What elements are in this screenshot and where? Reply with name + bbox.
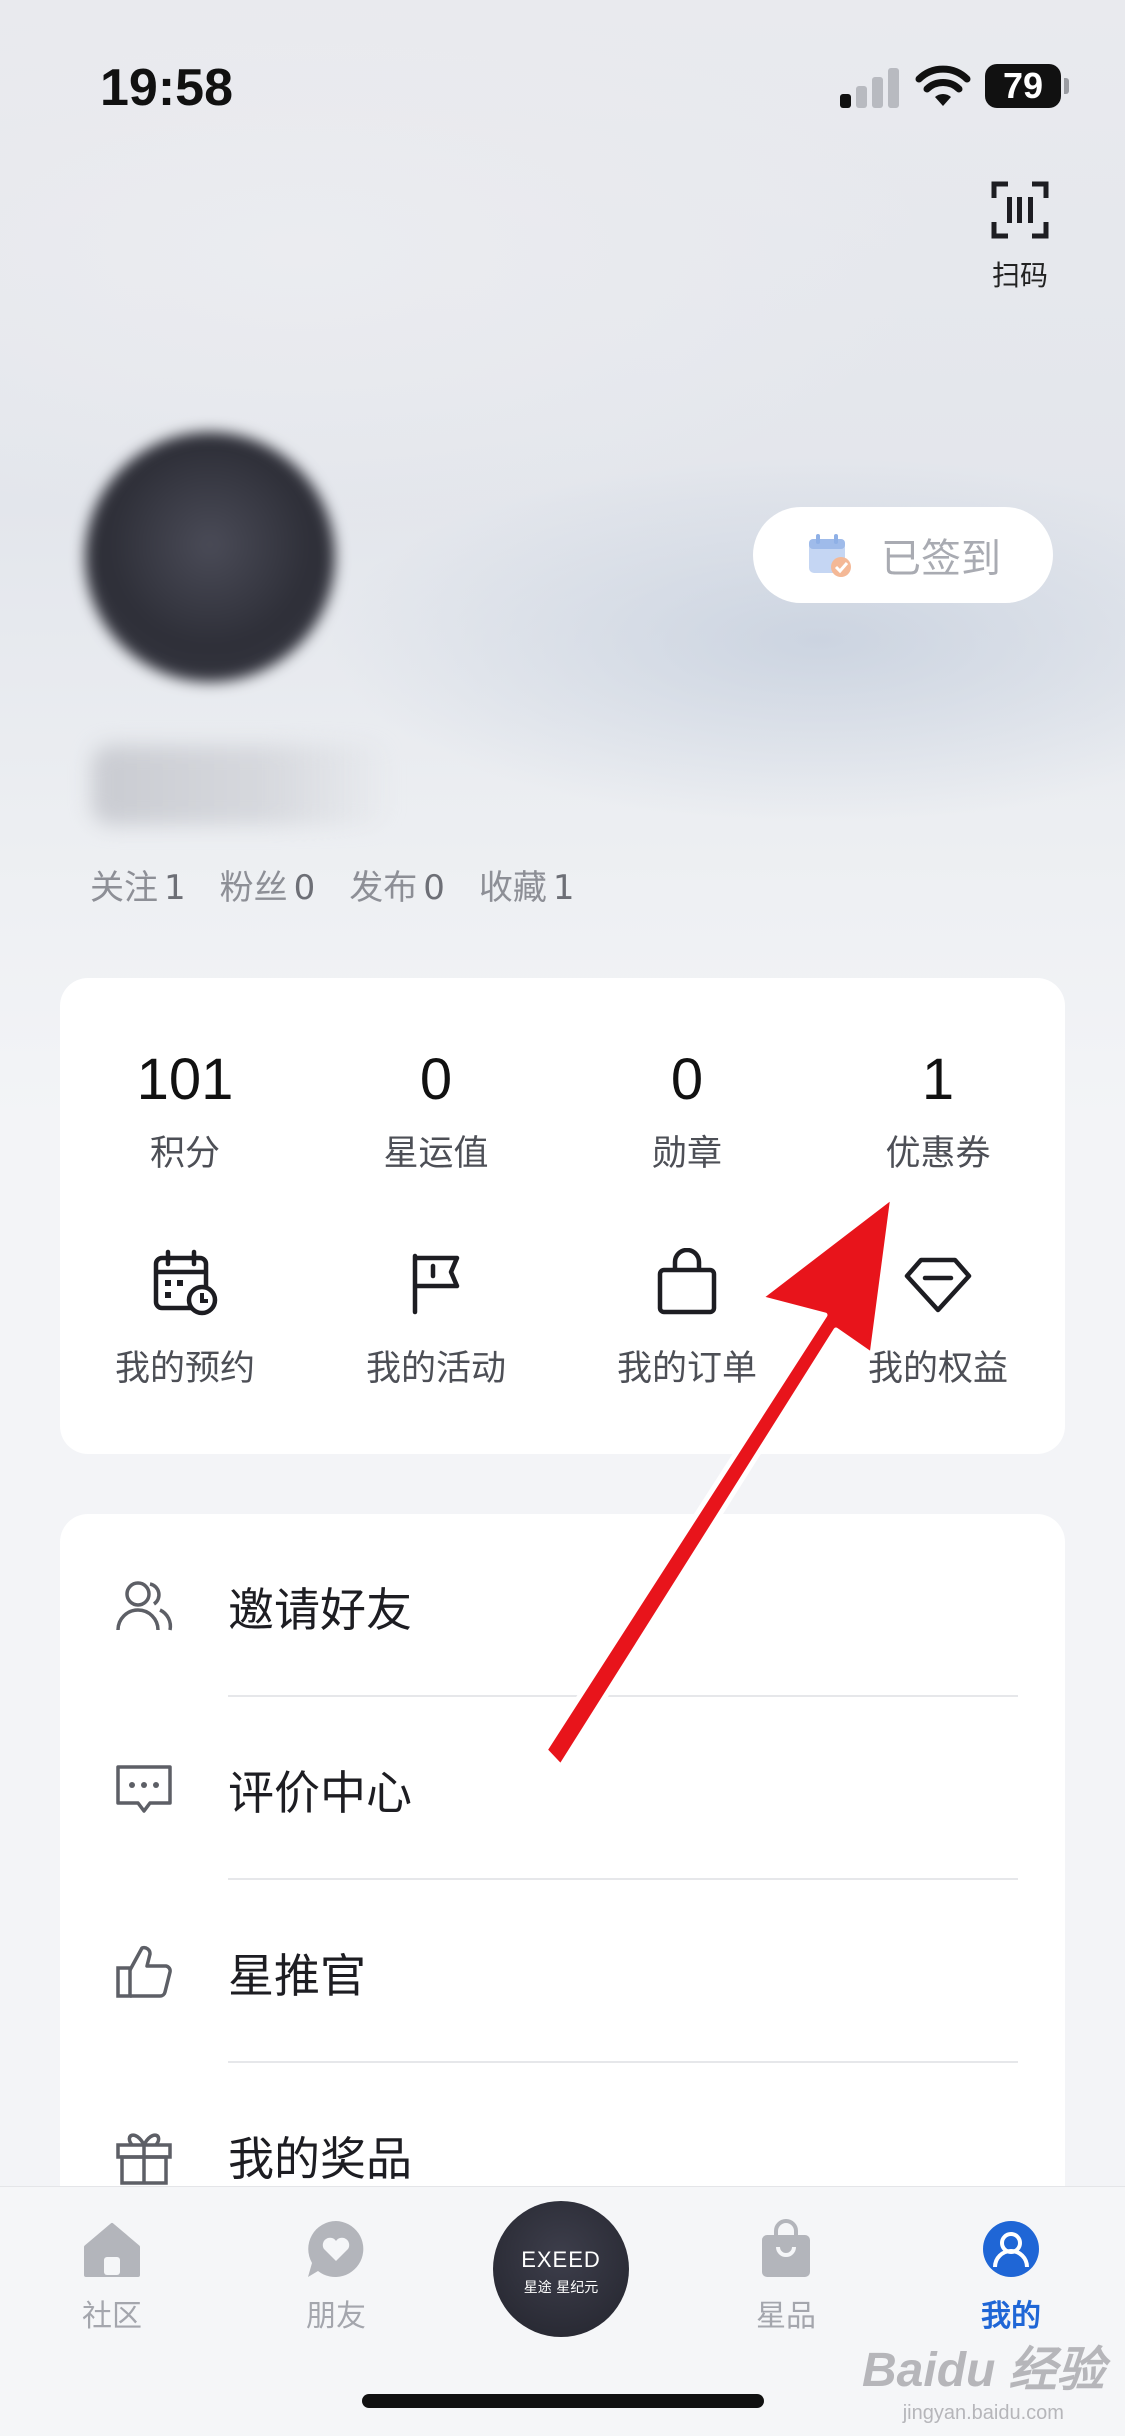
- scan-code-icon: [991, 181, 1049, 239]
- signin-label: 已签到: [881, 536, 1001, 582]
- cellular-signal-icon: [840, 66, 900, 108]
- shopping-bag-icon: [657, 1248, 717, 1315]
- person-icon: [983, 2221, 1039, 2277]
- status-time: 19:58: [100, 59, 233, 117]
- metric-points[interactable]: 101 积分: [60, 1046, 310, 1176]
- battery-indicator: 79: [985, 64, 1069, 108]
- tab-community[interactable]: 社区: [32, 2217, 192, 2335]
- shortcut-my-orders[interactable]: 我的订单: [562, 1248, 812, 1391]
- profile-stats: 关注 1 粉丝 0 发布 0 收藏 1: [90, 860, 575, 909]
- gift-icon: [116, 2133, 172, 2185]
- comment-icon: [116, 1765, 172, 1813]
- scan-label: 扫码: [991, 259, 1048, 292]
- stat-favorites[interactable]: 收藏 1: [479, 860, 575, 909]
- tab-star-products[interactable]: 星品: [706, 2217, 866, 2335]
- shortcut-my-benefits[interactable]: 我的权益: [813, 1248, 1063, 1391]
- home-icon: [84, 2223, 140, 2277]
- brand-logo-text: EXEED: [521, 2247, 601, 2272]
- metric-star-luck[interactable]: 0 星运值: [311, 1046, 561, 1176]
- tab-mine[interactable]: 我的: [931, 2217, 1091, 2335]
- tab-friends[interactable]: 朋友: [256, 2217, 416, 2335]
- users-icon: [116, 1581, 173, 1631]
- home-indicator: [362, 2394, 764, 2408]
- flag-icon: [412, 1253, 460, 1315]
- stat-fans[interactable]: 粉丝 0: [220, 860, 316, 909]
- calendar-check-icon: [809, 534, 851, 577]
- metric-medals[interactable]: 0 勋章: [562, 1046, 812, 1176]
- battery-level: 79: [1002, 65, 1044, 106]
- thumbs-up-icon: [116, 1945, 172, 1998]
- brand-sub-text: 星途 星纪元: [523, 2280, 599, 2296]
- menu-item-review-center[interactable]: 评价中心: [60, 1697, 1065, 1880]
- status-bar: 19:58 79: [0, 0, 1125, 150]
- baidu-jingyan-watermark: Baidu 经验 jingyan.baidu.com: [862, 2344, 1105, 2424]
- stat-posts[interactable]: 发布 0: [349, 860, 445, 909]
- metric-coupons[interactable]: 1 优惠券: [813, 1046, 1063, 1176]
- calendar-clock-icon: [153, 1249, 218, 1316]
- brand-home-button[interactable]: EXEED 星途 星纪元: [493, 2201, 629, 2337]
- diamond-icon: [904, 1257, 972, 1313]
- avatar[interactable]: [85, 432, 335, 682]
- username-blurred[interactable]: [92, 745, 392, 825]
- menu-item-invite-friends[interactable]: 邀请好友: [60, 1514, 1065, 1697]
- account-summary-card: 101 积分 0 星运值 0 勋章 1 优惠券 我的预约 我的活动 我的订单 我…: [60, 978, 1065, 1454]
- bag-icon: [762, 2219, 810, 2277]
- scan-button[interactable]: 扫码: [985, 180, 1055, 294]
- stat-following[interactable]: 关注 1: [90, 860, 186, 909]
- wifi-icon: [915, 65, 971, 106]
- signin-button[interactable]: 已签到: [753, 507, 1053, 603]
- menu-item-star-promoter[interactable]: 星推官: [60, 1880, 1065, 2063]
- shortcut-my-activities[interactable]: 我的活动: [311, 1248, 561, 1391]
- shortcut-my-reservations[interactable]: 我的预约: [60, 1248, 310, 1391]
- chat-heart-icon: [308, 2221, 364, 2277]
